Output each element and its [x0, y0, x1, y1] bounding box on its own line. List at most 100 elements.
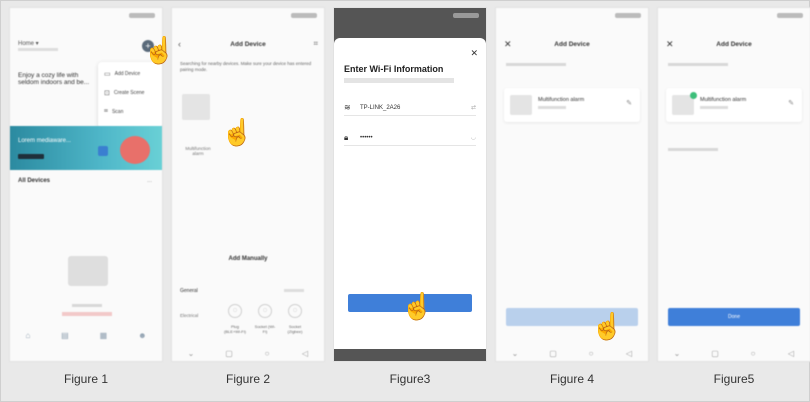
similar-link[interactable] [284, 289, 304, 292]
nav-circle-icon[interactable]: ○ [586, 349, 596, 358]
socket-zigbee-icon[interactable]: ◌ [288, 304, 302, 318]
battery-icon [291, 13, 317, 18]
system-nav-bar: ⌄ ▢ ○ ◁ [496, 345, 648, 361]
tab-scene-icon[interactable]: ▤ [61, 331, 69, 340]
room-text [668, 148, 718, 151]
menu-item-scan[interactable]: ⌗ Scan [104, 108, 123, 116]
nav-down-icon[interactable]: ⌄ [510, 349, 520, 358]
caption-figure-3: Figure3 [389, 372, 431, 386]
password-value: •••••• [360, 135, 373, 141]
wifi-title: Enter Wi-Fi Information [344, 64, 444, 74]
added-status-text [668, 63, 728, 66]
nav-down-icon[interactable]: ⌄ [672, 349, 682, 358]
empty-state-image [68, 256, 108, 286]
lock-icon: 🔒︎ [344, 133, 349, 142]
socket-label: Socket (Wi-Fi) [254, 324, 276, 334]
nav-circle-icon[interactable]: ○ [262, 349, 272, 358]
tab-home-icon[interactable]: ⌂ [25, 331, 30, 340]
nav-down-icon[interactable]: ⌄ [186, 349, 196, 358]
promo-text: Enjoy a cozy life with seldom indoors an… [18, 72, 90, 86]
nav-back-icon[interactable]: ◁ [624, 349, 634, 358]
category-electrical[interactable]: Electrical [180, 313, 198, 318]
menu-item-create-scene[interactable]: ⊡ Create Scene [104, 89, 144, 97]
nav-square-icon[interactable]: ▢ [548, 349, 558, 358]
caption-figure-5: Figure5 [713, 372, 755, 386]
plug-label: Plug (BLE+Wi-Fi) [224, 324, 246, 334]
searching-text: Searching for nearby devices. Make sure … [180, 61, 312, 72]
tab-me-icon[interactable]: ☻ [138, 331, 146, 340]
tap-hand-icon: ☝ [401, 291, 434, 321]
empty-state-text [72, 304, 102, 307]
general-category: General [180, 288, 198, 294]
screenshot-frame: Home ▾ + Enjoy a cozy life with seldom i… [0, 0, 810, 402]
scan-icon[interactable]: ⌗ [313, 39, 318, 49]
phone-screen-added: ✕ Add Device Multifunction alarm ✎ Done … [657, 7, 810, 362]
ssid-field[interactable]: ≋ TP-LINK_2A26 ⇄ [344, 100, 476, 116]
device-thumbnail [510, 95, 532, 115]
page-title: Add Device [554, 41, 590, 48]
nav-back-icon[interactable]: ◁ [300, 349, 310, 358]
socket-zigbee-label: Socket (Zigbee) [287, 324, 303, 334]
phone-illustration-icon [120, 136, 150, 164]
caption-figure-1: Figure 1 [63, 372, 109, 386]
device-card[interactable]: Multifunction alarm ✎ [666, 88, 802, 122]
status-bar [503, 12, 641, 20]
status-bar [665, 12, 803, 20]
scan-icon: ⌗ [104, 108, 108, 115]
phone-screen-adding: ✕ Add Device Multifunction alarm ✎ ⌄ ▢ ○… [495, 7, 649, 362]
discovered-device-card[interactable] [182, 94, 210, 120]
tap-hand-icon: ☝ [591, 311, 624, 341]
tab-bar: ⌂ ▤ ▦ ☻ [10, 325, 162, 345]
done-button[interactable]: Done [668, 308, 800, 326]
banner-text: Lorem mediaware... [18, 138, 72, 144]
tap-hand-icon: ☝ [221, 117, 254, 147]
more-icon[interactable]: ... [147, 178, 152, 184]
device-status [700, 106, 728, 109]
battery-icon [453, 13, 479, 18]
menu-item-add-device[interactable]: ▭ Add Device [104, 70, 140, 78]
device-name: Multifunction alarm [538, 97, 585, 103]
nav-back-icon[interactable]: ◁ [786, 349, 796, 358]
caption-figure-4: Figure 4 [549, 372, 595, 386]
system-nav-bar: ⌄ ▢ ○ ◁ [172, 345, 324, 361]
battery-icon [129, 13, 155, 18]
switch-network-icon[interactable]: ⇄ [471, 104, 476, 111]
phone-screen-add-device: ‹ Add Device ⌗ Searching for nearby devi… [171, 7, 325, 362]
status-bar [341, 12, 479, 20]
tab-mall-icon[interactable]: ▦ [100, 331, 108, 340]
adding-status-text [506, 63, 566, 66]
home-label: Home ▾ [18, 41, 39, 47]
wifi-icon: ≋ [344, 103, 351, 112]
all-devices-heading: All Devices [18, 178, 51, 184]
page-title: Add Device [716, 41, 752, 48]
battery-icon [777, 13, 803, 18]
add-menu-popup: ▭ Add Device ⊡ Create Scene ⌗ Scan [98, 62, 162, 128]
socket-icon[interactable]: ◌ [258, 304, 272, 318]
phone-screen-home: Home ▾ + Enjoy a cozy life with seldom i… [9, 7, 163, 362]
password-field[interactable]: 🔒︎ •••••• ◡ [344, 130, 476, 146]
promo-banner[interactable]: Lorem mediaware... [10, 126, 162, 170]
status-bar [179, 12, 317, 20]
page-title: Add Device [230, 41, 266, 48]
device-card[interactable]: Multifunction alarm ✎ [504, 88, 640, 122]
add-device-icon: ▭ [104, 71, 111, 78]
banner-button[interactable] [18, 154, 44, 159]
battery-icon [615, 13, 641, 18]
ssid-value: TP-LINK_2A26 [360, 105, 401, 111]
plug-icon[interactable]: ◌ [228, 304, 242, 318]
eye-icon[interactable]: ◡ [471, 134, 476, 141]
cube-icon [98, 146, 108, 156]
edit-icon[interactable]: ✎ [626, 99, 632, 107]
add-manually-heading: Add Manually [228, 256, 268, 262]
wifi-subtitle [344, 78, 454, 83]
success-check-icon [690, 92, 697, 99]
nav-square-icon[interactable]: ▢ [224, 349, 234, 358]
system-nav-bar: ⌄ ▢ ○ ◁ [658, 345, 810, 361]
home-subtitle [18, 48, 58, 51]
empty-state-button[interactable] [62, 312, 112, 316]
nav-circle-icon[interactable]: ○ [748, 349, 758, 358]
close-icon[interactable]: ✕ [470, 48, 478, 59]
caption-figure-2: Figure 2 [225, 372, 271, 386]
nav-square-icon[interactable]: ▢ [710, 349, 720, 358]
edit-icon[interactable]: ✎ [788, 99, 794, 107]
